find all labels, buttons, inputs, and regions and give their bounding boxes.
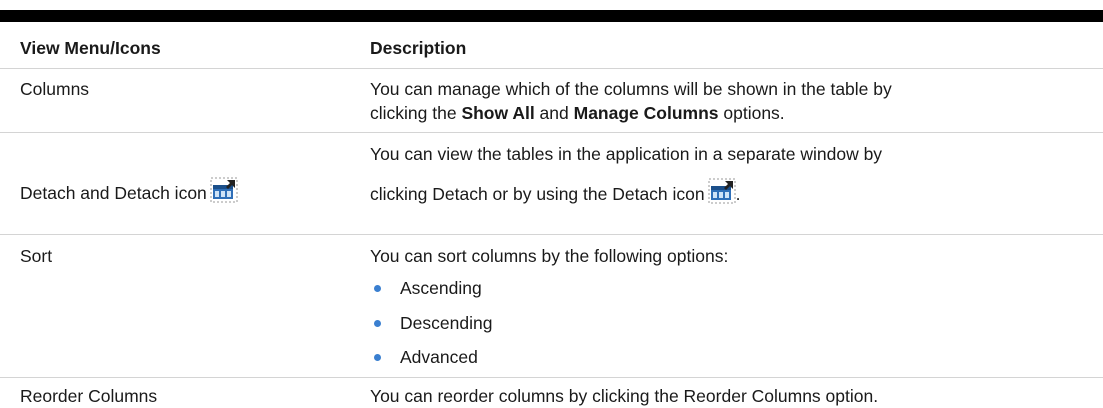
desc-detach-line2: clicking Detach or by using the Detach i… bbox=[370, 178, 882, 210]
detach-icon bbox=[210, 177, 238, 209]
desc-columns-post: options. bbox=[718, 103, 785, 123]
manage-columns-label: Manage Columns bbox=[573, 103, 719, 123]
desc-detach-period: . bbox=[735, 184, 741, 204]
row-divider bbox=[0, 132, 1103, 133]
show-all-label: Show All bbox=[461, 103, 535, 123]
row-label-sort: Sort bbox=[20, 246, 53, 266]
bullet-icon bbox=[374, 285, 381, 292]
header-divider bbox=[0, 68, 1103, 69]
row-divider bbox=[0, 377, 1103, 378]
header-view-menu-icons: View Menu/Icons bbox=[20, 38, 161, 58]
row-divider bbox=[0, 234, 1103, 235]
row-label-columns: Columns bbox=[20, 79, 90, 99]
sort-option-ascending: Ascending bbox=[400, 278, 482, 298]
detach-label-text: Detach and Detach icon bbox=[20, 183, 207, 203]
row-label-reorder-columns: Reorder Columns bbox=[20, 386, 158, 406]
row-desc-sort: You can sort columns by the following op… bbox=[370, 246, 729, 266]
header-description: Description bbox=[370, 38, 467, 58]
desc-columns-line1: You can manage which of the columns will… bbox=[370, 79, 892, 99]
desc-columns-and: and bbox=[534, 103, 574, 123]
row-desc-detach: You can view the tables in the applicati… bbox=[370, 142, 882, 210]
row-label-detach: Detach and Detach icon bbox=[20, 177, 238, 209]
bullet-icon bbox=[374, 354, 381, 361]
bullet-icon bbox=[374, 320, 381, 327]
row-desc-reorder-columns: You can reorder columns by clicking the … bbox=[370, 386, 879, 406]
row-desc-columns: You can manage which of the columns will… bbox=[370, 77, 892, 125]
top-rule bbox=[0, 10, 1103, 22]
desc-detach-text: clicking Detach or by using the Detach i… bbox=[370, 184, 705, 204]
desc-columns-text: clicking the bbox=[370, 103, 462, 123]
desc-columns-line2: clicking the Show All and Manage Columns… bbox=[370, 101, 892, 125]
detach-icon-inline bbox=[708, 178, 736, 210]
sort-option-advanced: Advanced bbox=[400, 347, 478, 367]
desc-detach-line1: You can view the tables in the applicati… bbox=[370, 144, 883, 164]
sort-option-descending: Descending bbox=[400, 313, 493, 333]
